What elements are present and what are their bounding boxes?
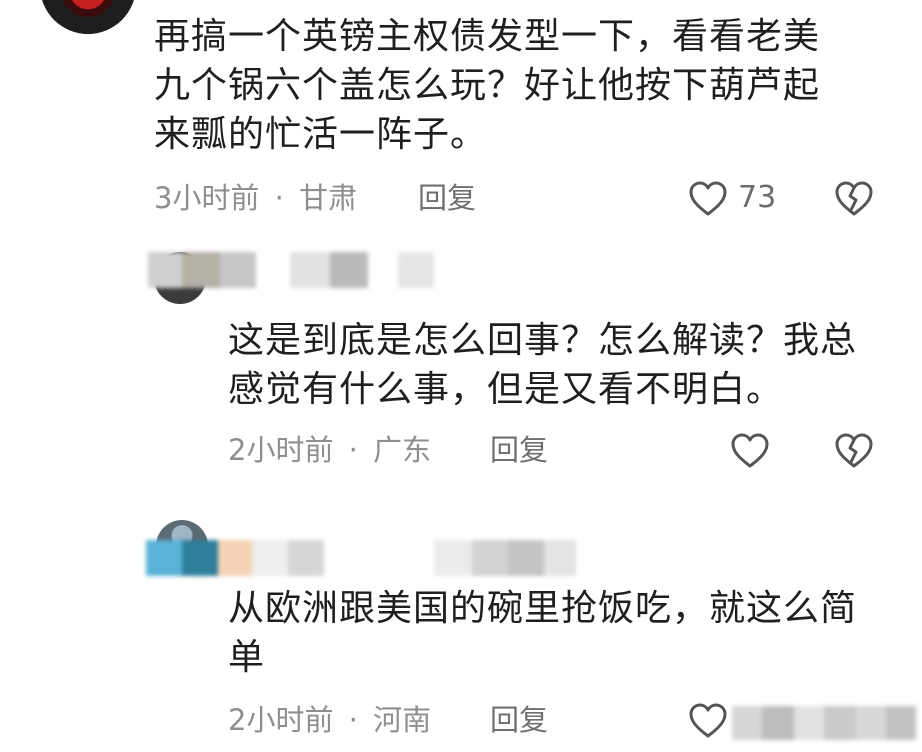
comment-line: 从欧洲跟美国的碗里抢饭吃，就这么简 bbox=[228, 588, 858, 629]
reply-button[interactable]: 回复 bbox=[418, 178, 476, 218]
meta-separator: · bbox=[348, 703, 358, 737]
like-count: 73 bbox=[738, 180, 777, 215]
reply-label: 回复 bbox=[490, 703, 549, 737]
username-redacted bbox=[146, 540, 576, 576]
comment-body: 再搞一个英镑主权债发型一下，看看老美 九个锅六个盖怎么玩？好让他按下葫芦起 来瓢… bbox=[154, 12, 914, 159]
watermark-redacted bbox=[732, 706, 918, 740]
comment-line: 感觉有什么事，但是又看不明白。 bbox=[228, 369, 784, 410]
heart-outline-icon[interactable] bbox=[730, 432, 770, 470]
comment-location: 广东 bbox=[373, 433, 432, 467]
comment-line: 九个锅六个盖怎么玩？好让他按下葫芦起 bbox=[154, 65, 821, 106]
comment-meta: 3小时前 · 甘肃 bbox=[154, 178, 357, 218]
reply-button[interactable]: 回复 bbox=[490, 430, 548, 470]
meta-separator: · bbox=[274, 181, 284, 215]
comment-body: 这是到底是怎么回事？怎么解读？我总 感觉有什么事，但是又看不明白。 bbox=[228, 316, 914, 414]
username-redacted bbox=[148, 252, 438, 288]
reply-label: 回复 bbox=[418, 181, 477, 215]
reply-button[interactable]: 回复 bbox=[490, 700, 548, 740]
comment-line: 来瓢的忙活一阵子。 bbox=[154, 114, 488, 155]
comment-body: 从欧洲跟美国的碗里抢饭吃，就这么简 单 bbox=[228, 584, 914, 682]
comment-time: 2小时前 bbox=[228, 703, 334, 737]
broken-heart-icon[interactable] bbox=[834, 180, 874, 218]
comment-meta: 2小时前 · 河南 bbox=[228, 700, 431, 740]
comment-meta: 2小时前 · 广东 bbox=[228, 430, 431, 470]
comment-time: 3小时前 bbox=[154, 181, 260, 215]
broken-heart-icon[interactable] bbox=[834, 432, 874, 470]
comment-line: 这是到底是怎么回事？怎么解读？我总 bbox=[228, 320, 858, 361]
comment-line: 单 bbox=[228, 637, 266, 678]
heart-outline-icon[interactable] bbox=[688, 180, 728, 218]
heart-outline-icon[interactable] bbox=[688, 702, 728, 740]
reply-label: 回复 bbox=[490, 433, 549, 467]
comment-line: 再搞一个英镑主权债发型一下，看看老美 bbox=[154, 16, 821, 57]
meta-separator: · bbox=[348, 433, 358, 467]
comment-time: 2小时前 bbox=[228, 433, 334, 467]
comment-location: 河南 bbox=[373, 703, 432, 737]
avatar[interactable] bbox=[40, 0, 136, 34]
comment-location: 甘肃 bbox=[299, 181, 358, 215]
